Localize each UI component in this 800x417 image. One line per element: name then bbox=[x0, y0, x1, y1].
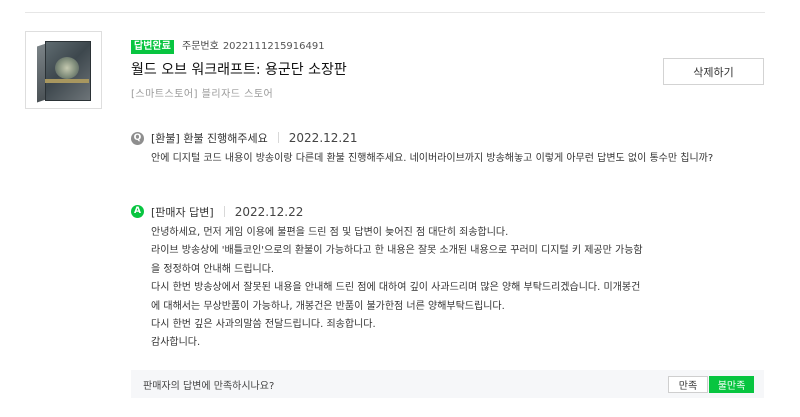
satisfaction-survey: 판매자의 답변에 만족하시나요? 만족 불만족 bbox=[131, 370, 764, 398]
delete-button[interactable]: 삭제하기 bbox=[663, 58, 764, 85]
answer-body: 안녕하세요, 먼저 게임 이용에 불편을 드린 점 및 답변이 늦어진 점 대단… bbox=[151, 224, 769, 353]
answer-icon: A bbox=[131, 205, 144, 218]
order-number-row: 주문번호 2022111215916491 bbox=[182, 40, 325, 54]
answer-line: 안녕하세요, 먼저 게임 이용에 불편을 드린 점 및 답변이 늦어진 점 대단… bbox=[151, 227, 509, 238]
status-badge: 답변완료 bbox=[131, 40, 174, 54]
order-number-label: 주문번호 bbox=[182, 41, 219, 52]
question-icon: Q bbox=[131, 132, 144, 145]
answer-category: [판매자 답변] bbox=[151, 206, 214, 219]
order-number: 2022111215916491 bbox=[222, 41, 325, 52]
question-body: 안에 디지털 코드 내용이 방송이랑 다른데 환불 진행해주세요. 네이버라이브… bbox=[151, 153, 714, 164]
survey-question: 판매자의 답변에 만족하시나요? bbox=[143, 381, 275, 392]
product-box-image bbox=[37, 39, 91, 103]
answer-line: 다시 한번 깊은 사과의말씀 전달드립니다. 죄송합니다. bbox=[151, 319, 376, 331]
answer-header: [판매자 답변] 2022.12.22 bbox=[151, 205, 303, 220]
question-date: 2022.12.21 bbox=[288, 131, 358, 145]
answer-line: 라이브 방송상에 '배틀코인'으로의 환불이 가능하다고 한 내용은 잘못 소개… bbox=[151, 245, 643, 257]
satisfied-button[interactable]: 만족 bbox=[668, 376, 708, 393]
unsatisfied-button[interactable]: 불만족 bbox=[709, 376, 754, 393]
store-name[interactable]: [스마트스토어] 블리자드 스토어 bbox=[131, 85, 273, 100]
question-category: [환불] 환불 진행해주세요 bbox=[151, 132, 268, 145]
answer-line: 감사합니다. bbox=[151, 337, 201, 349]
answer-line: 에 대해서는 무상반품이 가능하나, 개봉건은 반품이 불가한점 너른 양해부탁… bbox=[151, 300, 505, 312]
answer-line: 을 정정하여 안내해 드립니다. bbox=[151, 263, 275, 275]
top-divider bbox=[25, 12, 765, 13]
answer-date: 2022.12.22 bbox=[234, 205, 304, 219]
answer-line: 다시 한번 방송상에서 잘못된 내용을 안내해 드린 점에 대하여 깊이 사과드… bbox=[151, 282, 641, 294]
question-header: [환불] 환불 진행해주세요 2022.12.21 bbox=[151, 131, 358, 146]
product-title[interactable]: 월드 오브 워크래프트: 용군단 소장판 bbox=[131, 59, 347, 79]
product-thumbnail[interactable] bbox=[25, 31, 102, 109]
